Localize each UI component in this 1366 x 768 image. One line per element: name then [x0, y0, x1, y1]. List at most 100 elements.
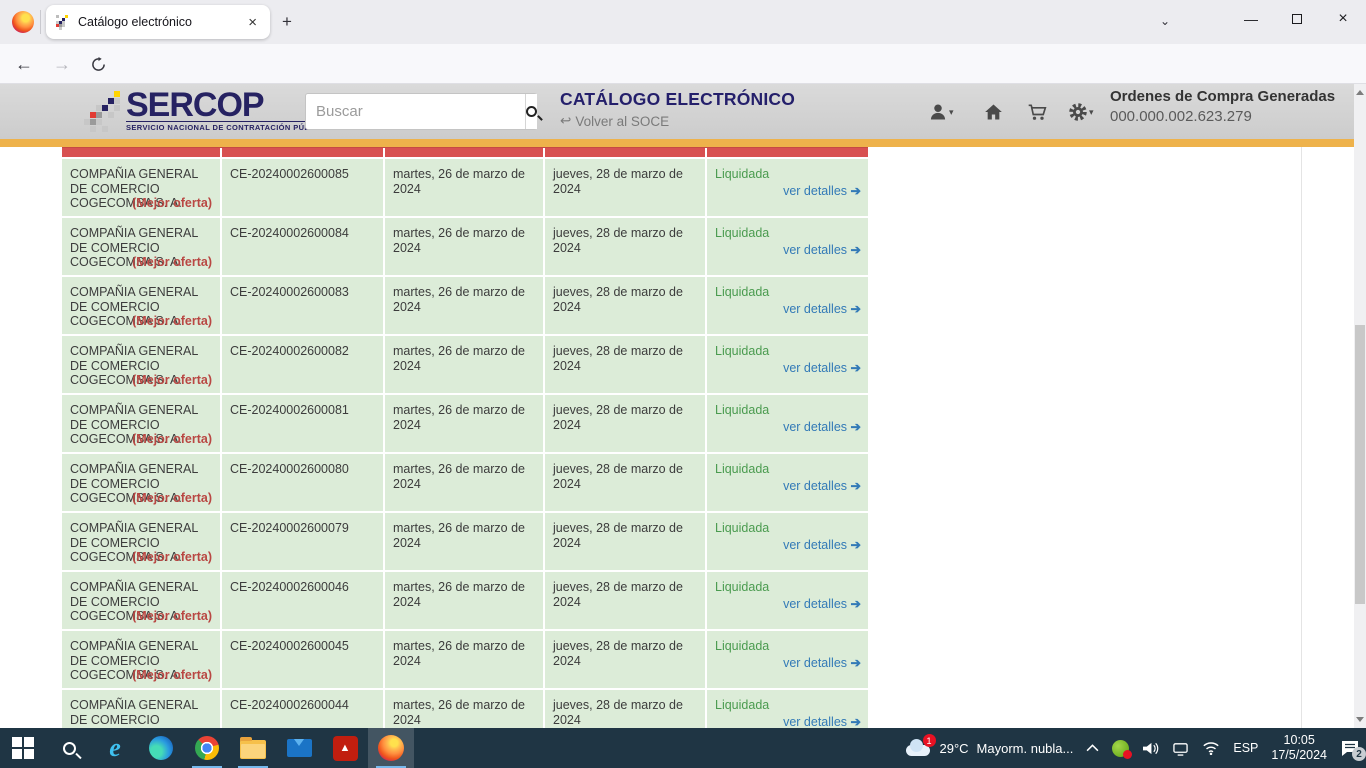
temperature: 29°C [940, 741, 969, 756]
home-button[interactable] [983, 102, 1004, 122]
table-header-strip [62, 147, 868, 157]
weather-badge: 1 [923, 734, 936, 747]
ver-detalles-link[interactable]: ver detalles ➔ [783, 184, 860, 199]
status-badge: Liquidada [715, 167, 769, 181]
window-restore-button[interactable] [1274, 0, 1320, 38]
reload-button[interactable] [82, 44, 114, 84]
cart-button[interactable] [1026, 102, 1048, 122]
chrome-icon [195, 736, 219, 760]
best-offer-tag: (Mejor oferta) [132, 196, 212, 211]
cell-order-date: martes, 26 de marzo de 2024 [385, 336, 543, 393]
search-icon [526, 106, 537, 117]
ver-detalles-link[interactable]: ver detalles ➔ [783, 243, 860, 258]
ver-detalles-link[interactable]: ver detalles ➔ [783, 715, 860, 728]
weather-widget[interactable]: 1 29°C Mayorm. nubla... [904, 739, 1074, 757]
page-content: SERCOP SERVICIO NACIONAL DE CONTRATACIÓN… [0, 84, 1366, 728]
status-badge: Liquidada [715, 580, 769, 594]
orders-generated-number: 000.000.002.623.279 [1110, 108, 1335, 125]
content-divider [1301, 147, 1302, 728]
wifi-icon[interactable] [1202, 741, 1220, 755]
tab-list-chevron-icon[interactable]: ⌄ [1160, 14, 1170, 28]
start-button[interactable] [0, 728, 46, 768]
ver-detalles-link[interactable]: ver detalles ➔ [783, 420, 860, 435]
ver-detalles-link[interactable]: ver detalles ➔ [783, 361, 860, 376]
ver-detalles-link[interactable]: ver detalles ➔ [783, 538, 860, 553]
weather-description: Mayorm. nubla... [977, 741, 1074, 756]
clock-widget[interactable]: 10:05 17/5/2024 [1271, 733, 1327, 763]
best-offer-tag: (Mejor oferta) [132, 668, 212, 683]
antivirus-tray-icon[interactable] [1112, 740, 1129, 757]
new-tab-button[interactable]: + [282, 12, 292, 32]
edge-button[interactable] [138, 728, 184, 768]
sercop-logo[interactable]: SERCOP SERVICIO NACIONAL DE CONTRATACIÓN… [84, 89, 329, 133]
cell-provider: COMPAÑIA GENERAL DE COMERCIO COGECOMSA S… [62, 395, 220, 452]
table-row: COMPAÑIA GENERAL DE COMERCIO COGECOMSA S… [62, 159, 868, 216]
cell-provider: COMPAÑIA GENERAL DE COMERCIO COGECOMSA S… [62, 218, 220, 275]
ver-detalles-link[interactable]: ver detalles ➔ [783, 597, 860, 612]
cell-order-date: martes, 26 de marzo de 2024 [385, 395, 543, 452]
search-input[interactable] [306, 94, 525, 129]
action-center-button[interactable]: 2 [1340, 739, 1360, 757]
cell-status: Liquidada ver detalles ➔ [707, 513, 868, 570]
page-title: CATÁLOGO ELECTRÓNICO [560, 89, 795, 110]
language-indicator[interactable]: ESP [1233, 741, 1258, 755]
display-cast-icon[interactable] [1172, 741, 1189, 756]
forward-button[interactable]: → [46, 44, 78, 84]
orders-table: COMPAÑIA GENERAL DE COMERCIO COGECOMSA S… [62, 147, 868, 728]
volume-icon[interactable] [1142, 741, 1159, 756]
browser-tab[interactable]: Catálogo electrónico × [46, 5, 270, 39]
mail-button[interactable] [276, 728, 322, 768]
cell-status: Liquidada ver detalles ➔ [707, 395, 868, 452]
page-scrollbar[interactable] [1354, 84, 1366, 728]
cell-delivery-date: jueves, 28 de marzo de 2024 [545, 513, 705, 570]
window-close-button[interactable]: × [1320, 0, 1366, 38]
scroll-down-icon[interactable] [1356, 717, 1364, 722]
scrollbar-thumb[interactable] [1355, 325, 1365, 604]
link-arrow-icon: ➔ [851, 361, 860, 375]
cell-status: Liquidada ver detalles ➔ [707, 631, 868, 688]
cell-provider: COMPAÑIA GENERAL DE COMERCIO COGECOMSA S… [62, 690, 220, 728]
scroll-up-icon[interactable] [1356, 90, 1364, 95]
chrome-button[interactable] [184, 728, 230, 768]
user-menu-button[interactable]: ▾ [928, 102, 954, 122]
tab-close-icon[interactable]: × [245, 14, 260, 31]
ver-detalles-link[interactable]: ver detalles ➔ [783, 656, 860, 671]
cell-delivery-date: jueves, 28 de marzo de 2024 [545, 395, 705, 452]
cell-delivery-date: jueves, 28 de marzo de 2024 [545, 690, 705, 728]
file-explorer-button[interactable] [230, 728, 276, 768]
tray-chevron-up-icon[interactable] [1086, 744, 1099, 752]
status-badge: Liquidada [715, 521, 769, 535]
cell-delivery-date: jueves, 28 de marzo de 2024 [545, 159, 705, 216]
firefox-icon[interactable] [12, 11, 34, 33]
search-box [305, 93, 537, 130]
settings-menu-button[interactable]: ▾ [1068, 102, 1094, 122]
acrobat-button[interactable]: ▲ [322, 728, 368, 768]
cell-status: Liquidada ver detalles ➔ [707, 690, 868, 728]
search-button[interactable] [525, 94, 537, 129]
cell-delivery-date: jueves, 28 de marzo de 2024 [545, 336, 705, 393]
cell-provider: COMPAÑIA GENERAL DE COMERCIO COGECOMSA S… [62, 572, 220, 629]
edge-icon [149, 736, 173, 760]
ver-detalles-link[interactable]: ver detalles ➔ [783, 302, 860, 317]
cell-status: Liquidada ver detalles ➔ [707, 277, 868, 334]
cell-provider: COMPAÑIA GENERAL DE COMERCIO COGECOMSA S… [62, 277, 220, 334]
browser-titlebar: Catálogo electrónico × + ⌄ — × [0, 0, 1366, 44]
volver-icon: ↩ [560, 113, 571, 129]
taskbar-search-button[interactable] [46, 728, 92, 768]
cell-status: Liquidada ver detalles ➔ [707, 454, 868, 511]
link-arrow-icon: ➔ [851, 243, 860, 257]
best-offer-tag: (Mejor oferta) [132, 550, 212, 565]
cell-provider: COMPAÑIA GENERAL DE COMERCIO COGECOMSA S… [62, 159, 220, 216]
ver-detalles-link[interactable]: ver detalles ➔ [783, 479, 860, 494]
cell-delivery-date: jueves, 28 de marzo de 2024 [545, 454, 705, 511]
cell-delivery-date: jueves, 28 de marzo de 2024 [545, 572, 705, 629]
firefox-taskbar-button[interactable] [368, 728, 414, 768]
cell-order-code: CE-20240002600080 [222, 454, 383, 511]
back-button[interactable]: ← [8, 44, 40, 84]
volver-al-soce-link[interactable]: ↩ Volver al SOCE [560, 113, 795, 129]
internet-explorer-button[interactable]: e [92, 728, 138, 768]
table-row: COMPAÑIA GENERAL DE COMERCIO COGECOMSA S… [62, 277, 868, 334]
window-minimize-button[interactable]: — [1228, 0, 1274, 38]
brand-name: SERCOP [126, 89, 329, 121]
status-badge: Liquidada [715, 462, 769, 476]
